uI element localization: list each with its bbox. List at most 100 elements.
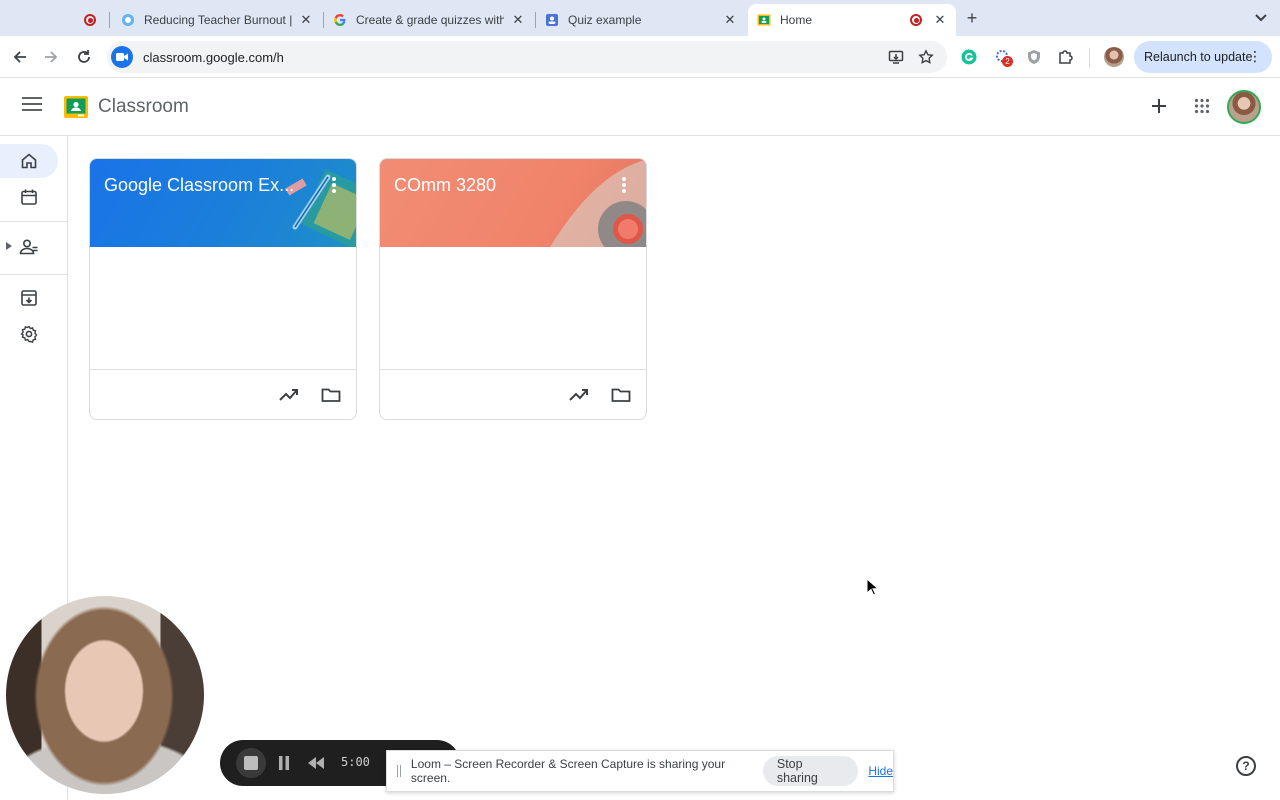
apps-grid-icon [1194,98,1210,114]
enrolled-icon [19,239,38,255]
sidebar-item-enrolled[interactable] [0,230,58,264]
tab-reducing-teacher-burnout[interactable]: Reducing Teacher Burnout | R ✕ [112,4,322,36]
course-title[interactable]: Google Classroom Ex... [104,175,294,196]
main-menu-icon[interactable] [22,97,42,115]
url-text: classroom.google.com/h [143,49,284,65]
course-card[interactable]: COmm 3280 [379,158,647,420]
stop-recording-button[interactable] [236,748,266,778]
relaunch-to-update-button[interactable]: Relaunch to update ⋮ [1134,41,1272,73]
close-icon[interactable]: ✕ [510,12,526,28]
recording-icon [84,14,96,26]
tab-title: Create & grade quizzes with G [356,13,504,27]
webcam-bubble[interactable] [6,596,204,794]
tab-quiz-example[interactable]: Quiz example ✕ [536,4,746,36]
extension-badge-icon[interactable]: 2 [994,48,1013,67]
loom-icon [120,12,136,28]
pause-recording-button[interactable] [272,751,296,775]
address-bar[interactable]: classroom.google.com/h [107,41,947,73]
arrow-left-icon [13,51,26,63]
home-icon [21,153,37,169]
rewind-icon [308,757,324,769]
pause-icon [279,756,289,770]
tab-title: Reducing Teacher Burnout | R [144,13,292,27]
sidebar-item-settings[interactable] [0,317,58,351]
google-apps-button[interactable] [1190,94,1214,118]
tab-create-grade-quizzes[interactable]: Create & grade quizzes with G ✕ [324,4,534,36]
forms-icon [544,12,560,28]
tab-title: Quiz example [568,13,642,27]
help-icon[interactable]: ? [1236,756,1256,776]
app-title[interactable]: Classroom [98,96,189,118]
course-banner[interactable]: COmm 3280 [380,159,646,247]
sidebar-divider [0,221,68,222]
screen-share-banner: Loom – Screen Recorder & Screen Capture … [386,750,894,792]
course-card-footer [380,369,646,419]
browser-toolbar: classroom.google.com/h 2 Relaunch to upd… [0,36,1280,78]
plus-icon [1152,99,1166,113]
sidebar-divider [0,274,68,275]
banner-illustration [550,159,646,247]
more-vert-icon: ⋮ [1248,48,1262,64]
trending-up-icon [279,389,298,401]
sidebar-item-calendar[interactable] [0,180,58,214]
folder-icon [321,388,341,402]
course-card[interactable]: Google Classroom Ex... [89,158,357,420]
close-icon[interactable]: ✕ [722,12,738,28]
classroom-logo[interactable] [64,96,88,118]
folder-icon [611,388,631,402]
course-options-button[interactable] [614,175,634,195]
close-icon[interactable]: ✕ [298,12,314,28]
course-options-button[interactable] [324,175,344,195]
banner-illustration [285,169,356,247]
open-gradebook-button[interactable] [568,384,590,406]
open-gradebook-button[interactable] [278,384,300,406]
classroom-header: Classroom [0,78,1280,136]
mouse-cursor-icon [866,578,880,596]
arrow-right-icon [45,51,58,63]
install-app-icon[interactable] [887,48,905,66]
google-icon [332,12,348,28]
course-banner[interactable]: Google Classroom Ex... [90,159,356,247]
reload-button[interactable] [73,46,95,68]
profile-avatar[interactable] [1104,47,1124,67]
recording-tab[interactable] [80,4,106,36]
new-tab-button[interactable]: + [962,8,982,28]
recording-timer: 5:00 [341,755,370,769]
course-title[interactable]: COmm 3280 [394,175,496,196]
chevron-down-icon [1255,14,1267,22]
sidebar-item-home[interactable] [0,144,58,178]
tab-separator [109,12,110,28]
trending-up-icon [569,389,588,401]
settings-icon [20,325,38,343]
reload-icon [78,50,90,63]
drag-handle-icon[interactable] [397,765,401,777]
stop-sharing-button[interactable]: Stop sharing [762,756,859,786]
recording-icon [910,14,922,26]
sidebar-item-archived[interactable] [0,281,58,315]
calendar-icon [21,189,37,205]
site-info-icon[interactable] [111,46,133,68]
classroom-icon [756,12,772,28]
tab-home[interactable]: Home ✕ [748,4,956,36]
extension-badge-count: 2 [1002,56,1013,67]
toolbar-divider [1089,48,1090,68]
browser-tab-strip: Reducing Teacher Burnout | R ✕ Create & … [0,0,1280,36]
restart-recording-button[interactable] [304,751,328,775]
close-icon[interactable]: ✕ [932,12,948,28]
open-folder-button[interactable] [610,384,632,406]
course-card-footer [90,369,356,419]
grammarly-extension-icon[interactable] [960,48,978,66]
bookmark-star-icon[interactable] [917,48,935,66]
hide-banner-link[interactable]: Hide [868,764,893,778]
share-message: Loom – Screen Recorder & Screen Capture … [410,757,726,785]
shield-extension-icon[interactable] [1025,48,1043,66]
back-button[interactable] [9,46,31,68]
tab-title: Home [780,13,813,27]
create-or-join-class-button[interactable] [1147,94,1171,118]
account-avatar[interactable] [1227,90,1261,124]
open-folder-button[interactable] [320,384,342,406]
forward-button[interactable] [40,46,62,68]
archive-icon [21,290,37,306]
tab-search-button[interactable] [1252,9,1270,27]
extensions-puzzle-icon[interactable] [1057,48,1075,66]
